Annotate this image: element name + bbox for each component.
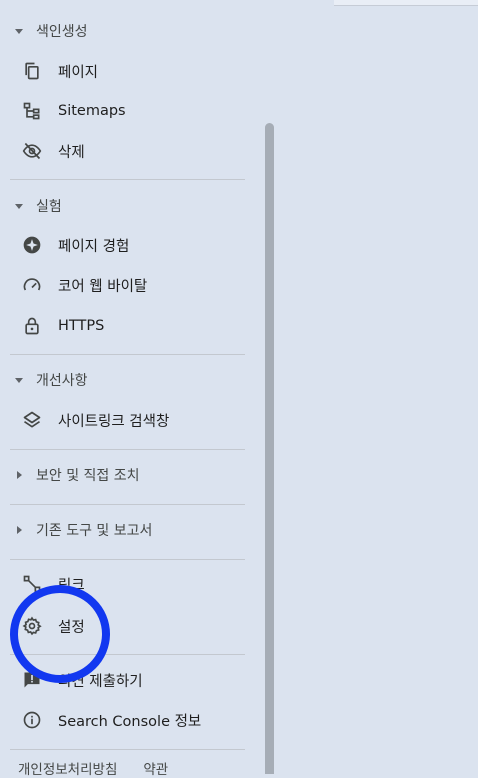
section-experience-header[interactable]: 실험 [0, 191, 62, 221]
caret-down-icon [15, 203, 23, 209]
layers-icon [22, 410, 42, 430]
divider [10, 449, 245, 450]
eye-off-icon [22, 141, 42, 161]
sparkle-circle-icon [22, 235, 42, 255]
lock-icon [22, 316, 42, 336]
footer-links: 개인정보처리방침 약관 [18, 758, 168, 778]
speedometer-icon [22, 275, 42, 295]
sidebar-item-label: 링크 [58, 577, 85, 594]
divider [10, 504, 245, 505]
section-enhancements-label: 개선사항 [36, 373, 88, 389]
sitemap-icon [22, 101, 42, 121]
sidebar-item-label: 페이지 [58, 64, 99, 81]
sidebar-nav: 색인생성 페이지 Sitemaps 삭제 실험 페이지 경험 코어 웹 바이탈 … [0, 0, 262, 778]
sidebar-item-removals[interactable]: 삭제 [0, 133, 245, 169]
divider [10, 354, 245, 355]
divider [10, 559, 245, 560]
caret-down-icon [15, 377, 23, 383]
sidebar-item-label: 사이트링크 검색창 [58, 413, 170, 430]
terms-link[interactable]: 약관 [143, 758, 168, 778]
sidebar-item-label: Search Console 정보 [58, 713, 202, 730]
sidebar-item-about[interactable]: Search Console 정보 [0, 702, 245, 738]
section-indexing-label: 색인생성 [36, 24, 88, 40]
section-experience-label: 실험 [36, 199, 62, 215]
links-graph-icon [22, 574, 42, 594]
sidebar-item-label: 코어 웹 바이탈 [58, 278, 148, 295]
divider [10, 179, 245, 180]
gear-icon [22, 616, 42, 636]
sidebar-item-label: 설정 [58, 619, 85, 636]
sidebar-item-settings[interactable]: 설정 [0, 608, 245, 644]
sidebar-scrollbar[interactable] [265, 123, 274, 774]
info-icon [22, 710, 42, 730]
sidebar-item-links[interactable]: 링크 [0, 566, 245, 602]
caret-right-icon [17, 526, 22, 534]
section-security-header[interactable]: 보안 및 직접 조치 [0, 460, 140, 490]
section-security-label: 보안 및 직접 조치 [36, 468, 140, 484]
sidebar-item-label: HTTPS [58, 318, 105, 334]
section-legacy-label: 기존 도구 및 보고서 [36, 523, 153, 539]
top-bar-edge [334, 0, 478, 6]
sidebar-item-https[interactable]: HTTPS [0, 308, 245, 344]
divider [10, 654, 245, 655]
section-indexing-header[interactable]: 색인생성 [0, 16, 88, 46]
divider [10, 749, 245, 750]
section-legacy-header[interactable]: 기존 도구 및 보고서 [0, 515, 152, 545]
sidebar-item-pages[interactable]: 페이지 [0, 53, 245, 89]
sidebar-item-label: 삭제 [58, 144, 85, 161]
sidebar-item-label: 의견 제출하기 [58, 673, 143, 690]
sidebar-item-page-experience[interactable]: 페이지 경험 [0, 227, 245, 263]
copy-pages-icon [22, 61, 42, 81]
sidebar-item-sitelinks-searchbox[interactable]: 사이트링크 검색창 [0, 402, 245, 438]
sidebar-item-sitemaps[interactable]: Sitemaps [0, 93, 245, 129]
sidebar-item-feedback[interactable]: 의견 제출하기 [0, 662, 245, 698]
caret-right-icon [17, 471, 22, 479]
caret-down-icon [15, 28, 23, 34]
sidebar-item-core-web-vitals[interactable]: 코어 웹 바이탈 [0, 267, 245, 303]
feedback-icon [22, 670, 42, 690]
section-enhancements-header[interactable]: 개선사항 [0, 365, 88, 395]
sidebar-item-label: 페이지 경험 [58, 238, 130, 255]
privacy-link[interactable]: 개인정보처리방침 [18, 758, 117, 778]
sidebar-item-label: Sitemaps [58, 103, 126, 119]
